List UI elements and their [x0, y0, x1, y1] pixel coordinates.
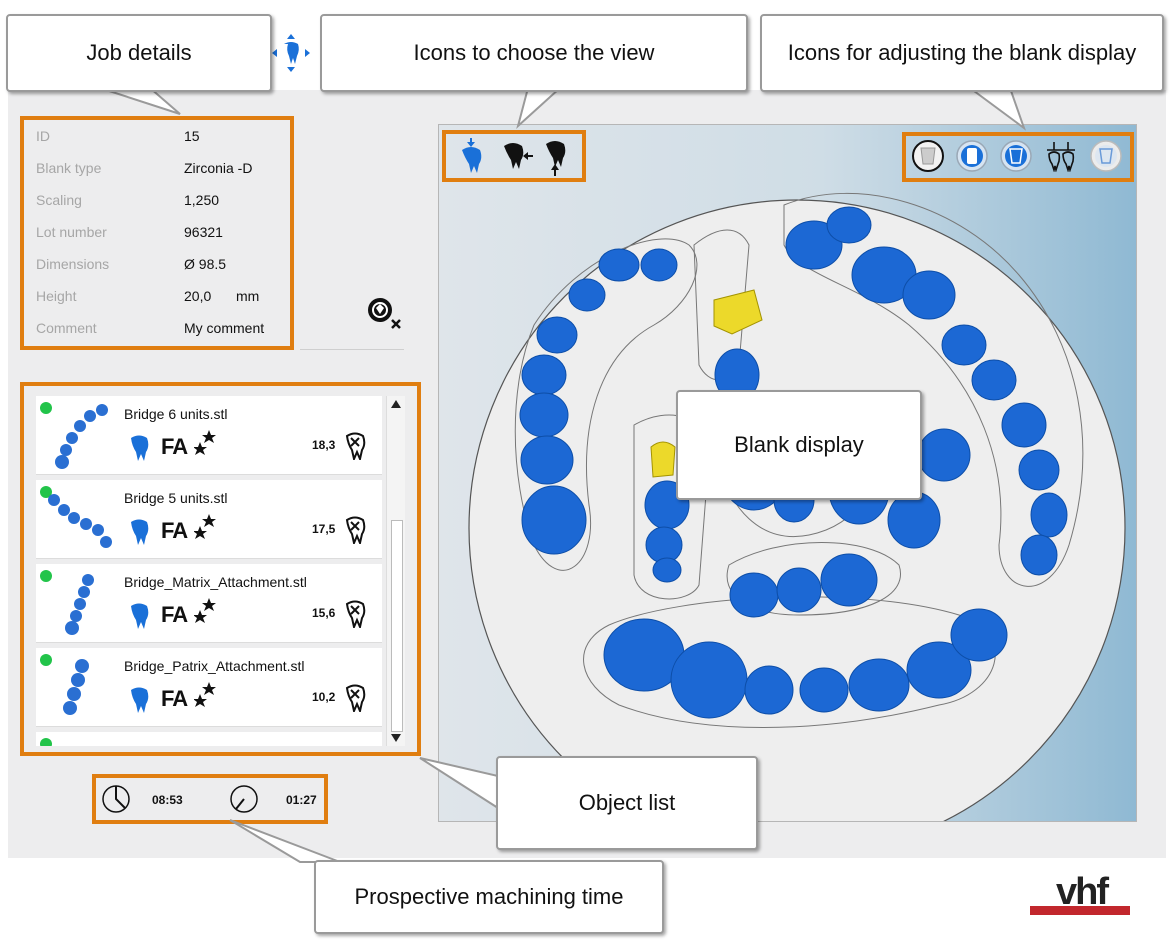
callout-text: Icons for adjusting the blank display [787, 40, 1137, 65]
app-window: ID 15 Blank type Zirconia -D Scaling 1,2… [0, 0, 1170, 945]
vhf-logo: vhf [1030, 871, 1130, 915]
machining-time-box [92, 774, 328, 824]
callout-view-icons: Icons to choose the view [320, 14, 748, 92]
callout-machining-time: Prospective machining time [314, 860, 664, 934]
callout-blank-display-icons: Icons for adjusting the blank display [760, 14, 1164, 92]
view-icons-box [442, 130, 586, 182]
callout-text: Blank display [734, 432, 864, 457]
callout-blank-display: Blank display [676, 390, 922, 500]
callout-text: Prospective machining time [354, 884, 624, 909]
blank-display-icons-box [902, 132, 1134, 182]
callout-text: Object list [578, 790, 676, 815]
callout-text: Icons to choose the view [413, 40, 655, 65]
divider [300, 349, 404, 350]
object-list-box [20, 382, 421, 756]
job-details-box [20, 116, 294, 350]
move-view-icon[interactable] [270, 32, 312, 74]
callout-object-list: Object list [496, 756, 758, 850]
callout-job-details: Job details [6, 14, 272, 92]
callout-text: Job details [86, 40, 192, 65]
blank-settings-icon[interactable] [366, 296, 404, 332]
